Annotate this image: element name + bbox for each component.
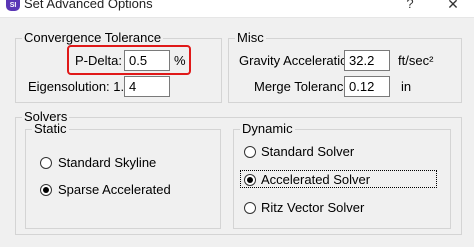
gravity-acceleration-label: Gravity Acceleration: (239, 53, 359, 68)
window-title: Set Advanced Options (24, 0, 153, 11)
merge-tolerance-input[interactable] (344, 76, 390, 97)
help-button[interactable]: ? (402, 0, 418, 12)
merge-tolerance-label: Merge Tolerance: (254, 79, 355, 94)
gravity-acceleration-input[interactable] (344, 50, 390, 71)
standard-solver-label[interactable]: Standard Solver (261, 144, 354, 160)
close-button[interactable]: ✕ (445, 0, 461, 12)
static-solver-group: Static (25, 121, 221, 229)
gravity-unit-label: ft/sec² (398, 53, 434, 68)
eigensolution-input[interactable] (124, 76, 170, 97)
accelerated-solver-label[interactable]: Accelerated Solver (261, 172, 370, 188)
standard-solver-radio[interactable] (244, 146, 256, 158)
sparse-accelerated-radio[interactable] (40, 184, 52, 196)
dynamic-solver-group-label: Dynamic (240, 121, 295, 137)
merge-unit-label: in (401, 79, 412, 94)
eigensolution-label: Eigensolution: 1.E- (28, 79, 138, 94)
title-bar: SI Set Advanced Options ? ✕ (0, 0, 474, 18)
static-solver-group-label: Static (32, 121, 69, 137)
ritz-vector-solver-label[interactable]: Ritz Vector Solver (261, 200, 364, 216)
pdelta-highlight-box (67, 45, 191, 75)
app-icon: SI (6, 0, 20, 11)
misc-group-label: Misc (235, 30, 266, 46)
sparse-accelerated-label[interactable]: Sparse Accelerated (58, 182, 171, 198)
ritz-vector-solver-radio[interactable] (244, 202, 256, 214)
standard-skyline-label[interactable]: Standard Skyline (58, 155, 156, 171)
standard-skyline-radio[interactable] (40, 157, 52, 169)
convergence-tolerance-group-label: Convergence Tolerance (22, 30, 164, 46)
